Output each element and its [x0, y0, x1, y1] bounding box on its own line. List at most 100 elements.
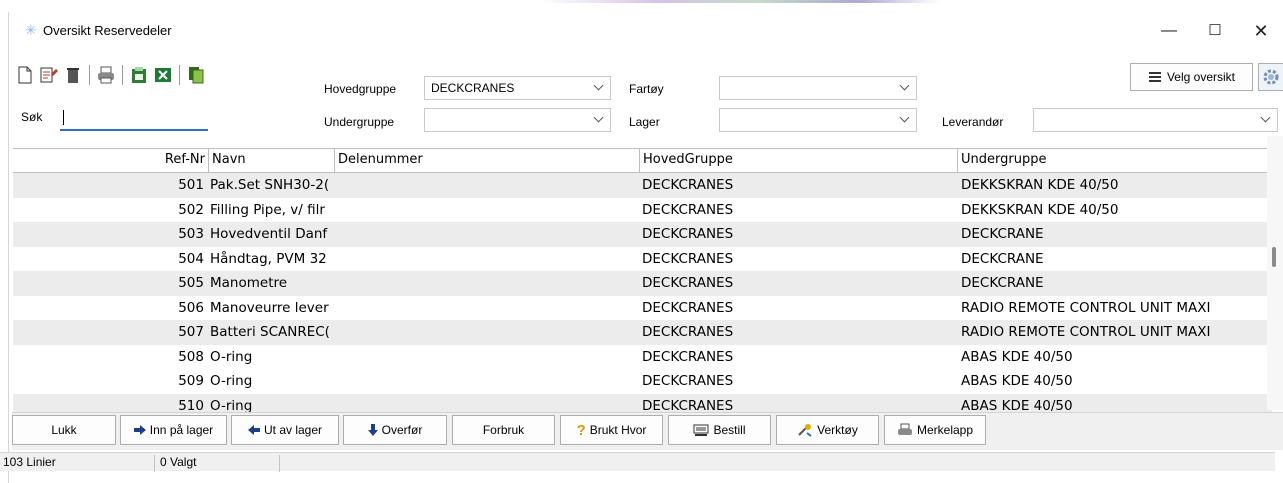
cell-delenummer: [338, 369, 638, 393]
title-bar: ✳ Oversikt Reservedeler — ☐ ✕: [9, 12, 1283, 48]
undergruppe-label: Undergruppe: [324, 115, 395, 129]
status-line-count: 103 Linier: [0, 455, 155, 472]
merkelapp-label: Merkelapp: [916, 423, 974, 437]
hovedgruppe-value: DECKCRANES: [431, 81, 515, 95]
cell-ref-nr: 507: [178, 324, 204, 340]
maximize-button[interactable]: ☐: [1193, 18, 1237, 44]
cell-navn: O-ring: [210, 373, 253, 389]
window-title: Oversikt Reservedeler: [43, 23, 172, 38]
parts-grid: Ref-Nr Navn Delenummer HovedGruppe Under…: [13, 148, 1272, 422]
verktoy-button[interactable]: Verktøy: [776, 415, 879, 445]
cell-ref-nr: 508: [178, 348, 204, 365]
leverandor-select[interactable]: [1033, 108, 1278, 132]
toolbar-separator: [179, 65, 180, 85]
cell-ref-nr: 505: [178, 275, 204, 291]
grid-rows: 501 Pak.Set SNH30-2( DECKCRANES DEKKSKRA…: [13, 173, 1272, 418]
toolbar-separator: [122, 65, 123, 85]
fartoy-select[interactable]: [719, 76, 917, 100]
cell-hovedgruppe: DECKCRANES: [642, 250, 734, 267]
table-row[interactable]: 507 Batteri SCANREC( DECKCRANES RADIO RE…: [13, 320, 1272, 345]
delete-trash-icon[interactable]: [63, 64, 83, 86]
arrow-right-icon: [133, 425, 146, 435]
cart-icon: [693, 424, 709, 436]
text-caret: [63, 110, 64, 125]
cell-ref-nr: 501: [178, 177, 204, 193]
column-header-undergruppe[interactable]: Undergruppe: [958, 149, 1272, 172]
copy-pages-icon[interactable]: [186, 64, 206, 86]
printer-icon: [897, 423, 912, 435]
table-row[interactable]: 505 Manometre DECKCRANES DECKCRANE: [13, 271, 1272, 296]
cell-hovedgruppe: DECKCRANES: [642, 201, 734, 218]
cell-navn: Hovedventil Danf: [210, 226, 328, 242]
scrollbar-thumb[interactable]: [1272, 247, 1276, 267]
inn-pa-lager-button[interactable]: Inn på lager: [120, 415, 227, 445]
merkelapp-button[interactable]: Merkelapp: [884, 415, 986, 445]
cell-ref-nr: 509: [178, 373, 204, 389]
table-row[interactable]: 508 O-ring DECKCRANES ABAS KDE 40/50: [13, 345, 1272, 370]
hovedgruppe-label: Hovedgruppe: [324, 82, 397, 96]
cell-ref-nr: 504: [178, 250, 204, 267]
cell-undergruppe: ABAS KDE 40/50: [961, 348, 1073, 365]
toolbar: [15, 62, 210, 88]
minimize-button[interactable]: —: [1147, 18, 1191, 44]
velg-oversikt-button[interactable]: Velg oversikt: [1130, 63, 1253, 91]
cell-hovedgruppe: DECKCRANES: [642, 373, 734, 389]
forbruk-button[interactable]: Forbruk: [452, 415, 555, 445]
lager-label: Lager: [629, 115, 660, 129]
toolbar-separator: [89, 65, 90, 85]
column-header-hovedgruppe[interactable]: HovedGruppe: [640, 149, 958, 172]
table-row[interactable]: 503 Hovedventil Danf DECKCRANES DECKCRAN…: [13, 222, 1272, 247]
column-header-navn[interactable]: Navn: [209, 149, 335, 172]
bestill-button[interactable]: Bestill: [668, 415, 771, 445]
cell-navn: Pak.Set SNH30-2(: [210, 177, 330, 193]
cell-hovedgruppe: DECKCRANES: [642, 299, 734, 316]
undergruppe-select[interactable]: [424, 108, 611, 132]
chevron-down-icon: [899, 80, 910, 91]
edit-document-icon[interactable]: [39, 64, 59, 86]
clipboard-icon[interactable]: [129, 64, 149, 86]
cell-delenummer: [338, 247, 638, 271]
cell-undergruppe: DEKKSKRAN KDE 40/50: [961, 177, 1119, 193]
velg-oversikt-label: Velg oversikt: [1166, 70, 1236, 84]
cell-undergruppe: RADIO REMOTE CONTROL UNIT MAXI: [961, 299, 1211, 316]
new-document-icon[interactable]: [15, 64, 35, 86]
cell-hovedgruppe: DECKCRANES: [642, 275, 734, 291]
overfor-button[interactable]: Overfør: [343, 415, 447, 445]
chevron-down-icon: [593, 112, 604, 123]
brukt-hvor-button[interactable]: ? Brukt Hvor: [560, 415, 663, 445]
table-row[interactable]: 501 Pak.Set SNH30-2( DECKCRANES DEKKSKRA…: [13, 173, 1272, 198]
cell-hovedgruppe: DECKCRANES: [642, 226, 734, 242]
list-icon: [1148, 72, 1161, 82]
column-header-ref-nr[interactable]: Ref-Nr: [13, 149, 209, 172]
cell-navn: Filling Pipe, v/ filr: [210, 201, 325, 218]
table-row[interactable]: 506 Manoveurre lever DECKCRANES RADIO RE…: [13, 296, 1272, 321]
cell-undergruppe: DECKCRANE: [961, 275, 1044, 291]
vertical-scrollbar[interactable]: [1267, 136, 1283, 410]
brukt-hvor-label: Brukt Hvor: [589, 423, 647, 437]
cell-navn: O-ring: [210, 348, 253, 365]
arrow-down-icon: [367, 424, 378, 436]
table-row[interactable]: 509 O-ring DECKCRANES ABAS KDE 40/50: [13, 369, 1272, 394]
close-button[interactable]: ✕: [1239, 18, 1283, 44]
inn-pa-lager-label: Inn på lager: [149, 423, 214, 437]
cell-undergruppe: DEKKSKRAN KDE 40/50: [961, 201, 1119, 218]
chevron-down-icon: [593, 80, 604, 91]
excel-export-icon[interactable]: [153, 64, 173, 86]
column-header-delenummer[interactable]: Delenummer: [335, 149, 640, 172]
table-row[interactable]: 504 Håndtag, PVM 32 DECKCRANES DECKCRANE: [13, 247, 1272, 272]
print-icon[interactable]: [96, 64, 116, 86]
lukk-button[interactable]: Lukk: [12, 415, 116, 445]
verktoy-label: Verktøy: [817, 423, 858, 437]
table-row[interactable]: 502 Filling Pipe, v/ filr DECKCRANES DEK…: [13, 198, 1272, 223]
status-selected-count: 0 Valgt: [157, 455, 280, 472]
search-label: Søk: [21, 110, 43, 124]
ut-av-lager-button[interactable]: Ut av lager: [231, 415, 339, 445]
hovedgruppe-select[interactable]: DECKCRANES: [424, 76, 611, 100]
cell-delenummer: [338, 271, 638, 295]
cell-hovedgruppe: DECKCRANES: [642, 324, 734, 340]
search-input[interactable]: [60, 106, 208, 131]
lager-select[interactable]: [719, 108, 917, 132]
cell-ref-nr: 506: [178, 299, 204, 316]
cell-delenummer: [338, 198, 638, 222]
settings-button[interactable]: [1258, 63, 1283, 91]
